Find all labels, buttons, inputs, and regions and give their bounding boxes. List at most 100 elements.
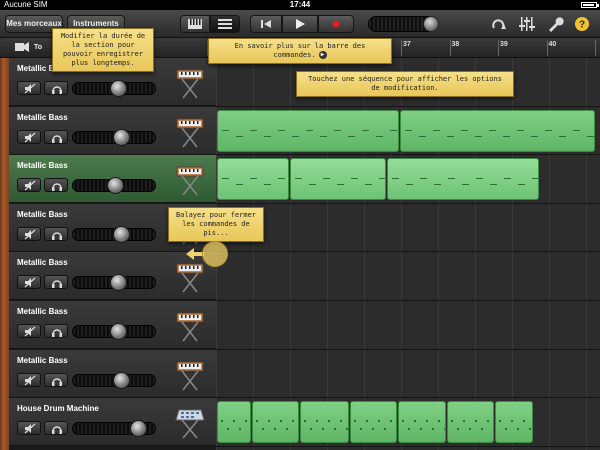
track-mute-button[interactable] [17, 275, 41, 290]
track-name: Metallic Bass [17, 161, 68, 171]
ruler-bar-number: 40 [548, 41, 557, 48]
track-row-divider [216, 348, 600, 350]
track-mute-button[interactable] [17, 81, 41, 95]
ruler-bar-number: 38 [451, 41, 460, 48]
go-to-start-button[interactable] [250, 15, 282, 33]
speaker-mute-icon [24, 326, 36, 337]
settings-wrench-icon[interactable] [546, 16, 564, 32]
touch-region-tooltip[interactable]: Touchez une séquence pour afficher les o… [296, 71, 514, 97]
track-volume-knob[interactable] [109, 80, 127, 97]
track-row-divider [216, 202, 600, 204]
sequence-region[interactable] [447, 401, 494, 444]
track-volume-knob[interactable] [113, 225, 131, 243]
track-row-divider [216, 397, 600, 399]
track-row-divider [216, 105, 600, 107]
ruler-bar-number: 37 [403, 41, 411, 48]
battery-icon [581, 2, 599, 8]
speaker-mute-icon [24, 229, 36, 240]
sequence-region[interactable] [400, 109, 595, 152]
track-name: Metallic Bass [17, 307, 68, 316]
track-name: Metallic Bass [17, 112, 68, 122]
control-bar-tooltip[interactable]: En savoir plus sur la barre des commande… [208, 38, 392, 64]
svg-text:?: ? [579, 20, 585, 31]
track-solo-button[interactable] [44, 324, 68, 338]
sequence-region[interactable] [217, 401, 251, 444]
track-solo-button[interactable] [44, 81, 68, 95]
track-volume-slider[interactable] [72, 371, 156, 389]
keyboard-icon [176, 263, 204, 293]
speaker-mute-icon [24, 375, 36, 386]
ruler-bar-number: 39 [500, 41, 508, 48]
track-header[interactable]: Metallic Bass [9, 106, 216, 155]
track-mute-button[interactable] [17, 129, 41, 144]
track-solo-button[interactable] [44, 275, 68, 290]
master-volume-knob[interactable] [423, 16, 439, 32]
sequence-region[interactable] [217, 109, 399, 152]
section-length-tooltip[interactable]: Modifier la durée de la section pour pou… [52, 28, 154, 72]
tracks-view-button[interactable] [210, 15, 240, 33]
swipe-gesture-indicator [202, 241, 228, 267]
track-volume-knob[interactable] [109, 274, 127, 292]
track-header[interactable]: Metallic Bass [9, 349, 216, 398]
headphones-icon [52, 183, 62, 192]
ruler-tick [498, 40, 499, 56]
keyboard-icon [176, 166, 204, 196]
sequence-region[interactable] [252, 401, 299, 444]
track-solo-button[interactable] [44, 226, 68, 241]
headphones-icon [52, 232, 62, 240]
sequence-region[interactable] [495, 401, 533, 444]
track-volume-slider[interactable] [72, 80, 156, 97]
sequence-region[interactable] [387, 158, 539, 201]
track-volume-knob[interactable] [106, 177, 124, 195]
track-mute-button[interactable] [17, 372, 41, 387]
sequence-region[interactable] [217, 158, 289, 201]
track-solo-button[interactable] [44, 129, 68, 144]
track-volume-knob[interactable] [109, 323, 127, 340]
headphones-icon [52, 134, 62, 143]
play-button[interactable] [282, 15, 318, 33]
sequence-region[interactable] [300, 401, 349, 444]
track-name: Metallic Bass [17, 209, 68, 219]
track-header[interactable]: House Drum Machine [9, 398, 216, 447]
track-header[interactable]: Metallic Bass [9, 155, 216, 204]
mixer-icon[interactable] [518, 16, 536, 32]
track-solo-button[interactable] [44, 372, 68, 387]
track-volume-slider[interactable] [72, 420, 156, 438]
help-icon[interactable]: ? [573, 16, 591, 32]
track-volume-slider[interactable] [72, 177, 156, 195]
track-mute-button[interactable] [17, 178, 41, 193]
track-volume-slider[interactable] [72, 274, 156, 292]
loop-icon[interactable] [490, 16, 508, 32]
piano-view-button[interactable] [180, 15, 210, 33]
track-volume-knob[interactable] [129, 420, 147, 438]
track-mute-button[interactable] [17, 421, 41, 436]
track-name: Metallic Bass [17, 258, 68, 268]
ruler-tick [401, 40, 402, 56]
track-header[interactable]: Metallic Bass [9, 252, 216, 301]
track-header[interactable]: Metallic Bass [9, 301, 216, 349]
sequence-region[interactable] [398, 401, 446, 444]
master-volume-slider[interactable] [368, 16, 439, 32]
track-volume-slider[interactable] [72, 225, 156, 243]
piano-icon [188, 19, 202, 29]
record-button[interactable] [318, 15, 354, 33]
track-mute-button[interactable] [17, 324, 41, 338]
wood-side-panel [0, 58, 9, 450]
keyboard-icon [176, 312, 204, 342]
swipe-tooltip[interactable]: Balayez pour fermer les commandes de pis… [168, 207, 264, 242]
track-solo-button[interactable] [44, 178, 68, 193]
sequence-region[interactable] [290, 158, 386, 201]
swipe-tooltip-text: Balayez pour fermer les commandes de pis… [175, 211, 257, 237]
track-volume-knob[interactable] [113, 128, 131, 146]
keyboard-icon [176, 118, 204, 148]
track-volume-slider[interactable] [72, 128, 156, 146]
sequence-region[interactable] [350, 401, 397, 444]
track-volume-slider[interactable] [72, 323, 156, 340]
track-name: House Drum Machine [17, 404, 99, 414]
track-solo-button[interactable] [44, 421, 68, 436]
track-volume-knob[interactable] [113, 371, 131, 389]
add-track-icon[interactable] [15, 41, 29, 53]
track-mute-button[interactable] [17, 226, 41, 241]
speaker-mute-icon [24, 180, 36, 191]
headphones-icon [52, 426, 62, 435]
